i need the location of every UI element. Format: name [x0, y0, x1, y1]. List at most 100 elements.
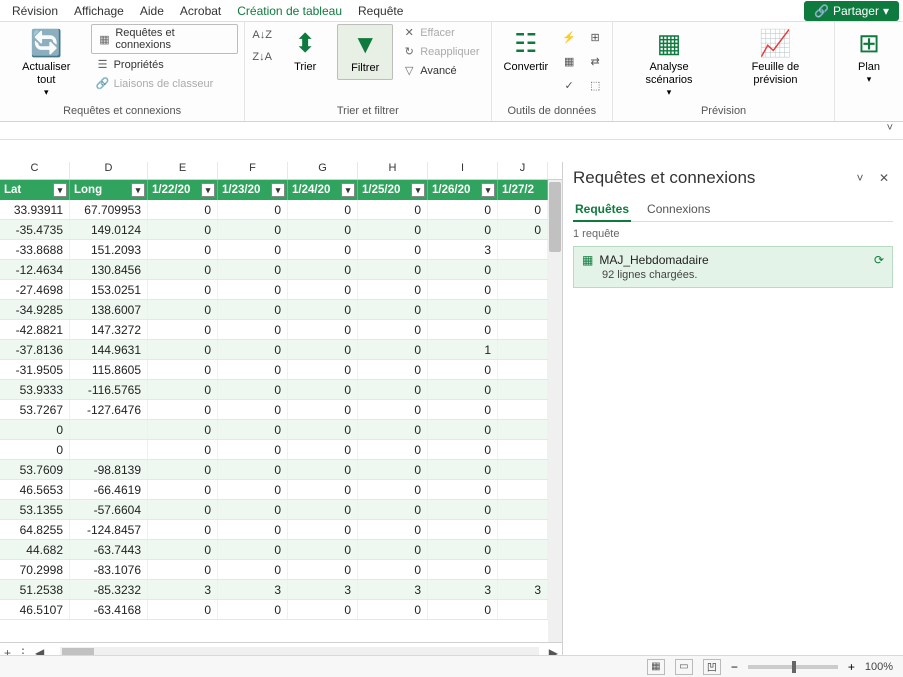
sort-desc-button[interactable]: Z↓A [253, 48, 271, 66]
cell[interactable] [498, 420, 548, 439]
cell[interactable]: 0 [148, 560, 218, 579]
cell[interactable]: 0 [428, 280, 498, 299]
col-header[interactable]: I [428, 162, 498, 179]
cell[interactable]: 0 [218, 360, 288, 379]
menu-revision[interactable]: Révision [4, 2, 66, 20]
col-header[interactable]: F [218, 162, 288, 179]
menu-requete[interactable]: Requête [350, 2, 411, 20]
filter-dropdown-icon[interactable]: ▾ [201, 183, 215, 197]
cell[interactable]: 0 [148, 600, 218, 619]
cell[interactable]: 0 [358, 220, 428, 239]
cell[interactable]: 0 [428, 260, 498, 279]
table-header[interactable]: Long▾ [70, 180, 148, 200]
filter-dropdown-icon[interactable]: ▾ [131, 183, 145, 197]
table-row[interactable]: 46.5653-66.461900000 [0, 480, 562, 500]
cell[interactable]: 0 [218, 280, 288, 299]
table-row[interactable]: 53.7267-127.647600000 [0, 400, 562, 420]
cell[interactable]: 0 [148, 220, 218, 239]
cell[interactable]: 0 [148, 400, 218, 419]
cell[interactable] [498, 560, 548, 579]
cell[interactable]: 0 [358, 500, 428, 519]
cell[interactable]: 0 [148, 440, 218, 459]
cell[interactable]: 0 [358, 360, 428, 379]
table-header[interactable]: 1/26/20▾ [428, 180, 498, 200]
cell[interactable] [498, 520, 548, 539]
flash-fill-button[interactable]: ⚡ [560, 28, 578, 46]
cell[interactable]: 0 [358, 560, 428, 579]
table-row[interactable]: 70.2998-83.107600000 [0, 560, 562, 580]
cell[interactable]: 0 [148, 320, 218, 339]
cell[interactable]: 3 [428, 580, 498, 599]
cell[interactable]: 0 [288, 480, 358, 499]
cell[interactable]: 0 [288, 380, 358, 399]
cell[interactable] [498, 340, 548, 359]
col-header[interactable]: C [0, 162, 70, 179]
col-header[interactable]: E [148, 162, 218, 179]
forecast-sheet-button[interactable]: 📈 Feuille de prévision [723, 24, 828, 91]
cell[interactable]: 0 [358, 340, 428, 359]
cell[interactable]: 0 [428, 400, 498, 419]
col-header[interactable]: J [498, 162, 548, 179]
page-break-view-button[interactable]: 凹 [703, 659, 721, 675]
cell[interactable]: -12.4634 [0, 260, 70, 279]
cell[interactable] [498, 540, 548, 559]
table-row[interactable]: -31.9505115.860500000 [0, 360, 562, 380]
cell[interactable]: 0 [498, 200, 548, 219]
zoom-in-button[interactable]: + [848, 660, 855, 674]
tab-queries[interactable]: Requêtes [573, 198, 631, 222]
cell[interactable]: 0 [218, 220, 288, 239]
cell[interactable]: -57.6604 [70, 500, 148, 519]
col-header[interactable]: H [358, 162, 428, 179]
cell[interactable]: -85.3232 [70, 580, 148, 599]
filter-button[interactable]: ▼ Filtrer [337, 24, 393, 80]
table-header[interactable]: 1/24/20▾ [288, 180, 358, 200]
cell[interactable]: 67.709953 [70, 200, 148, 219]
text-to-columns-button[interactable]: ☷ Convertir [498, 24, 555, 78]
cell[interactable]: -66.4619 [70, 480, 148, 499]
cell[interactable]: 0 [218, 440, 288, 459]
table-row[interactable]: -37.8136144.963100001 [0, 340, 562, 360]
cell[interactable]: 0 [288, 220, 358, 239]
cell[interactable]: 0 [428, 500, 498, 519]
worksheet[interactable]: C D E F G H I J Lat▾ Long▾ 1/22/20▾ 1/23… [0, 162, 562, 662]
cell[interactable]: -31.9505 [0, 360, 70, 379]
cell[interactable]: 0 [428, 300, 498, 319]
table-row[interactable]: -33.8688151.209300003 [0, 240, 562, 260]
cell[interactable]: 130.8456 [70, 260, 148, 279]
cell[interactable]: 138.6007 [70, 300, 148, 319]
cell[interactable]: 53.1355 [0, 500, 70, 519]
data-validation-button[interactable]: ✓ [560, 76, 578, 94]
share-button[interactable]: 🔗 Partager ▾ [804, 1, 899, 21]
cell[interactable]: 0 [358, 300, 428, 319]
cell[interactable]: 0 [218, 420, 288, 439]
cell[interactable]: 0 [428, 440, 498, 459]
cell[interactable]: 0 [428, 480, 498, 499]
outline-button[interactable]: ⊞ Plan ▾ [841, 24, 897, 89]
cell[interactable]: 53.7267 [0, 400, 70, 419]
cell[interactable]: 0 [218, 200, 288, 219]
cell[interactable]: 0 [428, 560, 498, 579]
cell[interactable]: 0 [218, 400, 288, 419]
cell[interactable]: 0 [288, 260, 358, 279]
table-header[interactable]: 1/25/20▾ [358, 180, 428, 200]
properties-button[interactable]: ☰ Propriétés [91, 56, 239, 73]
cell[interactable]: 0 [358, 380, 428, 399]
table-row[interactable]: 51.2538-85.3232333333 [0, 580, 562, 600]
cell[interactable]: 0 [218, 300, 288, 319]
table-row[interactable]: 000000 [0, 440, 562, 460]
cell[interactable] [498, 400, 548, 419]
cell[interactable]: 0 [358, 400, 428, 419]
queries-connections-button[interactable]: ▦ Requêtes et connexions [91, 24, 239, 54]
cell[interactable] [70, 440, 148, 459]
cell[interactable]: 151.2093 [70, 240, 148, 259]
cell[interactable]: 0 [148, 480, 218, 499]
cell[interactable]: 0 [358, 280, 428, 299]
cell[interactable]: 0 [358, 520, 428, 539]
cell[interactable] [498, 260, 548, 279]
cell[interactable]: -63.4168 [70, 600, 148, 619]
pane-collapse-button[interactable]: ˅ [851, 169, 869, 187]
table-header[interactable]: 1/22/20▾ [148, 180, 218, 200]
cell[interactable] [498, 320, 548, 339]
cell[interactable]: 70.2998 [0, 560, 70, 579]
menu-affichage[interactable]: Affichage [66, 2, 132, 20]
